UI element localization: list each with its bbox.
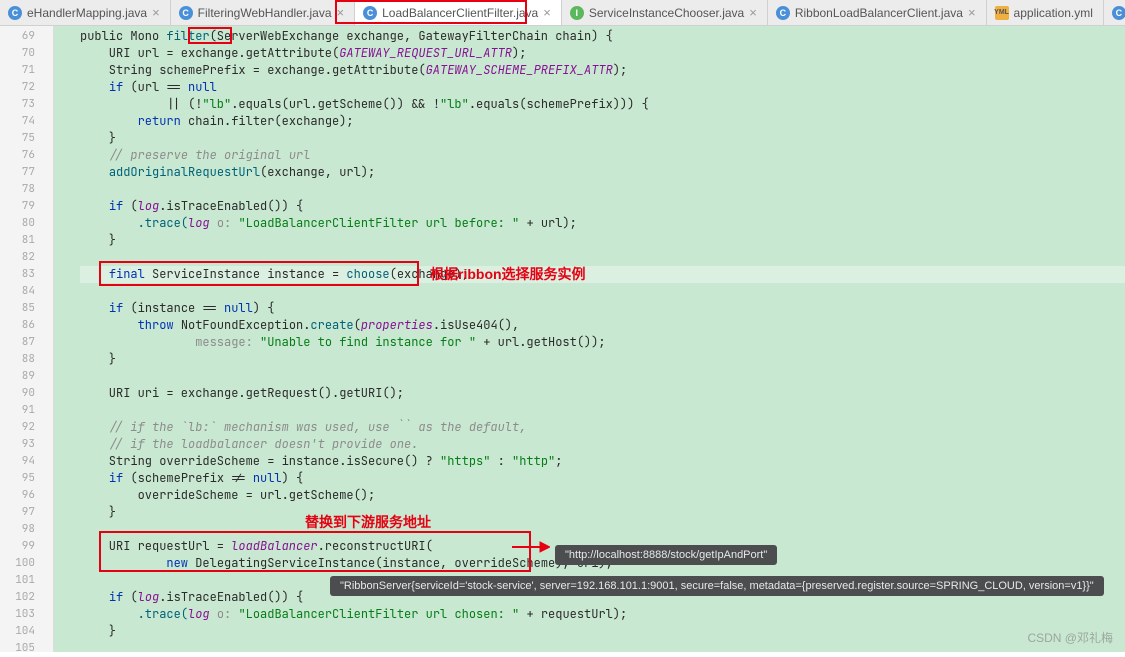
close-icon[interactable]: × [749, 5, 757, 20]
tab-ehandlermapping[interactable]: CeHandlerMapping.java× [0, 0, 171, 25]
tab-serviceinstancechooser[interactable]: IServiceInstanceChooser.java× [562, 0, 768, 25]
tab-routedefin[interactable]: CRouteDefin [1104, 0, 1125, 25]
java-interface-icon: I [570, 6, 584, 20]
java-class-icon: C [1112, 6, 1125, 20]
tab-filteringwebhandler[interactable]: CFilteringWebHandler.java× [171, 0, 355, 25]
java-class-icon: C [179, 6, 193, 20]
watermark: CSDN @邓礼梅 [1027, 629, 1113, 646]
tab-loadbalancerclientfilter[interactable]: CLoadBalancerClientFilter.java× [355, 0, 562, 25]
editor-tabs: CeHandlerMapping.java× CFilteringWebHand… [0, 0, 1125, 26]
tooltip-server: "RibbonServer{serviceId='stock-service',… [330, 576, 1104, 596]
close-icon[interactable]: × [152, 5, 160, 20]
java-class-icon: C [363, 6, 377, 20]
tab-ribbonloadbalancerclient[interactable]: CRibbonLoadBalancerClient.java× [768, 0, 987, 25]
java-class-icon: C [8, 6, 22, 20]
tab-applicationyml[interactable]: YMLapplication.yml [987, 0, 1104, 25]
yaml-icon: YML [995, 6, 1009, 20]
annotation-replace: 替换到下游服务地址 [305, 512, 431, 532]
line-gutter: 6970717273747576777879808182838485868788… [0, 26, 54, 652]
annotation-ribbon: 根据ribbon选择服务实例 [430, 264, 586, 284]
arrow-icon [510, 538, 550, 556]
tooltip-url: "http://localhost:8888/stock/getIpAndPor… [555, 545, 777, 565]
java-class-icon: C [776, 6, 790, 20]
close-icon[interactable]: × [543, 5, 551, 20]
close-icon[interactable]: × [968, 5, 976, 20]
close-icon[interactable]: × [337, 5, 345, 20]
